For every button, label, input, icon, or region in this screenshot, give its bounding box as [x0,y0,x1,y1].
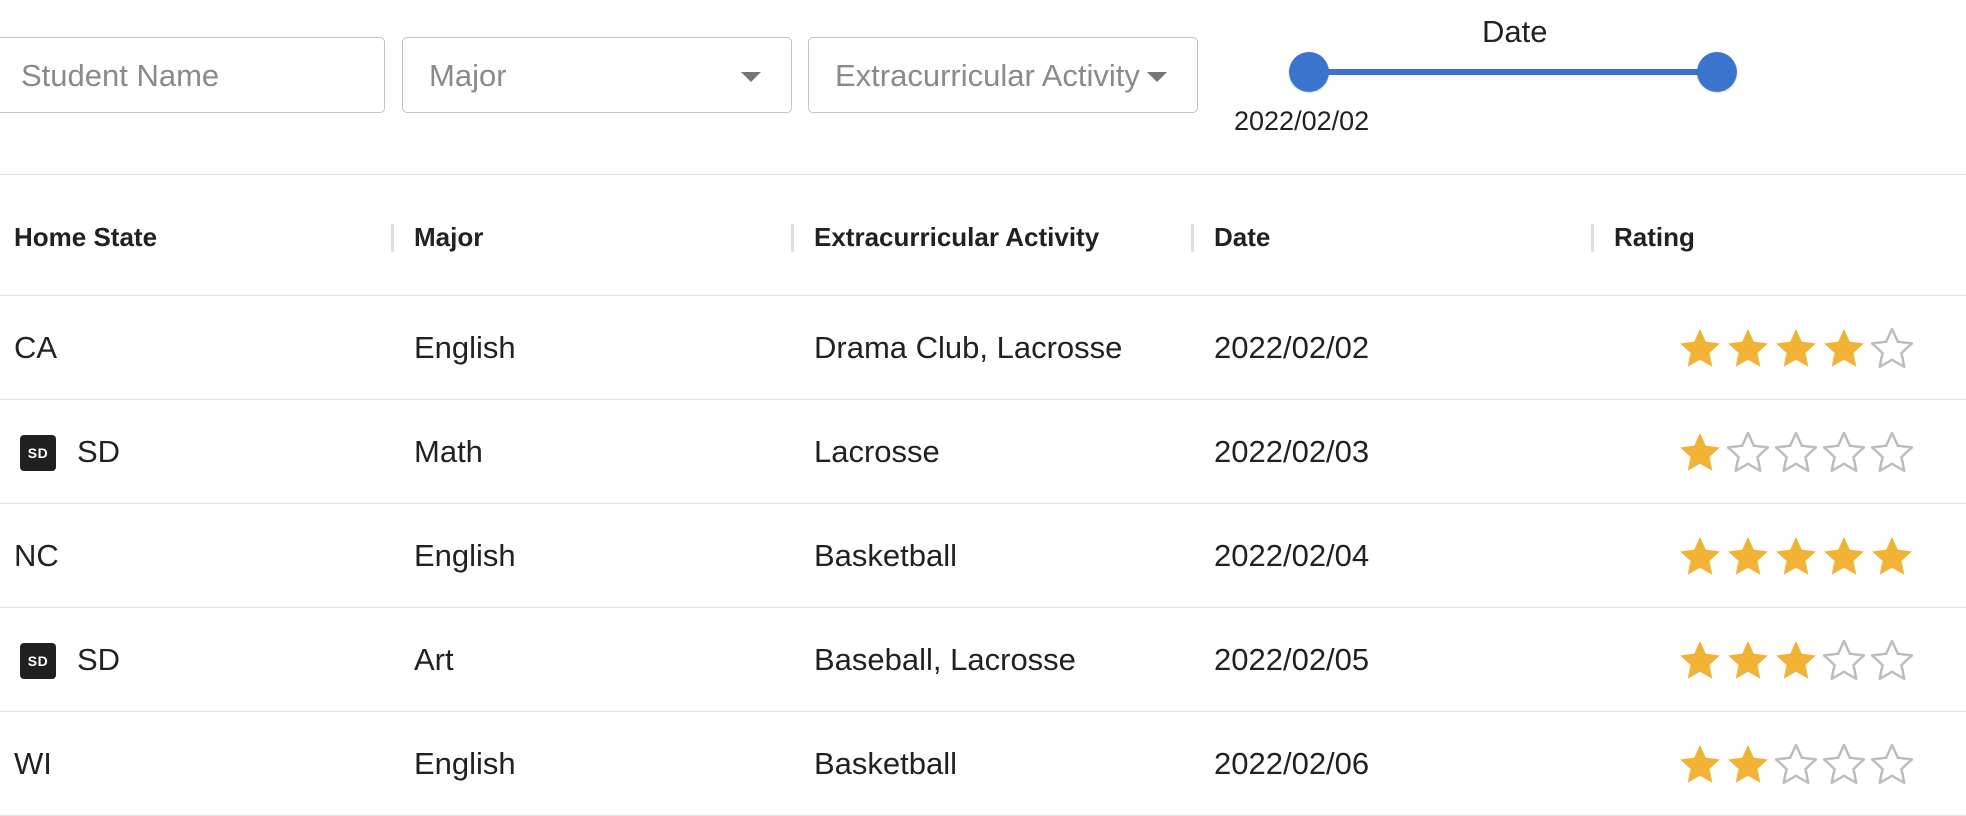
star-filled-icon[interactable] [1724,534,1772,578]
rating-stars[interactable] [1676,326,1916,370]
date-slider-value: 2022/02/02 [1234,106,1370,136]
star-filled-icon[interactable] [1820,326,1868,370]
column-header-date[interactable]: Date [1214,222,1270,253]
table-row[interactable]: SD SD Math Lacrosse 2022/02/03 [0,400,1966,504]
cell-date: 2022/02/05 [1214,642,1370,677]
star-filled-icon[interactable] [1772,638,1820,682]
column-separator[interactable] [391,224,394,252]
table-row[interactable]: SD SD Art Baseball, Lacrosse 2022/02/05 [0,608,1966,712]
cell-major: Math [414,434,483,469]
cell-date: 2022/02/06 [1214,746,1370,781]
star-filled-icon[interactable] [1724,742,1772,786]
column-separator[interactable] [1191,224,1194,252]
star-empty-icon[interactable] [1868,638,1916,682]
star-empty-icon[interactable] [1820,742,1868,786]
rating-stars[interactable] [1676,742,1916,786]
extracurricular-select[interactable]: Extracurricular Activity [808,37,1198,113]
cell-home-state: SD [77,642,121,677]
star-filled-icon[interactable] [1868,534,1916,578]
rating-stars[interactable] [1676,534,1916,578]
extracurricular-placeholder: Extracurricular Activity [835,58,1140,93]
column-separator[interactable] [1591,224,1594,252]
star-filled-icon[interactable] [1772,326,1820,370]
table-row[interactable]: CA English Drama Club, Lacrosse 2022/02/… [0,296,1966,400]
star-filled-icon[interactable] [1676,430,1724,474]
star-filled-icon[interactable] [1676,638,1724,682]
star-filled-icon[interactable] [1676,742,1724,786]
state-flag-icon: SD [20,435,56,471]
cell-extracurricular: Basketball [814,746,958,781]
students-table: Home State Major Extracurricular Activit… [0,174,1966,816]
star-empty-icon[interactable] [1724,430,1772,474]
cell-major: English [414,538,516,573]
column-header-rating[interactable]: Rating [1614,222,1695,253]
rating-stars[interactable] [1676,638,1916,682]
star-empty-icon[interactable] [1820,430,1868,474]
chevron-down-icon [741,72,761,82]
date-slider-min-thumb[interactable] [1289,52,1329,92]
cell-home-state: SD [77,434,121,469]
student-name-placeholder: Student Name [21,58,220,93]
star-empty-icon[interactable] [1868,742,1916,786]
cell-home-state: WI [14,746,52,781]
cell-date: 2022/02/02 [1214,330,1370,365]
student-name-input[interactable]: Student Name [0,37,385,113]
star-filled-icon[interactable] [1820,534,1868,578]
cell-date: 2022/02/03 [1214,434,1370,469]
column-header-home-state[interactable]: Home State [14,222,157,253]
star-empty-icon[interactable] [1772,430,1820,474]
table-row[interactable]: WI English Basketball 2022/02/06 [0,712,1966,816]
major-select[interactable]: Major [402,37,792,113]
cell-extracurricular: Basketball [814,538,958,573]
star-empty-icon[interactable] [1772,742,1820,786]
column-header-extracurricular[interactable]: Extracurricular Activity [814,222,1099,253]
rating-stars[interactable] [1676,430,1916,474]
chevron-down-icon [1147,72,1167,82]
cell-date: 2022/02/04 [1214,538,1370,573]
star-empty-icon[interactable] [1868,430,1916,474]
cell-extracurricular: Baseball, Lacrosse [814,642,1076,677]
cell-major: English [414,330,516,365]
column-header-major[interactable]: Major [414,222,483,253]
cell-home-state: NC [14,538,59,573]
filter-bar: Student Name Major Extracurricular Activ… [0,0,1966,175]
table-row[interactable]: NC English Basketball 2022/02/04 [0,504,1966,608]
star-filled-icon[interactable] [1676,326,1724,370]
cell-home-state: CA [14,330,58,365]
star-empty-icon[interactable] [1820,638,1868,682]
star-filled-icon[interactable] [1724,638,1772,682]
star-filled-icon[interactable] [1772,534,1820,578]
cell-major: English [414,746,516,781]
cell-extracurricular: Lacrosse [814,434,940,469]
date-slider-label: Date [1482,14,1548,49]
major-placeholder: Major [429,58,507,93]
star-empty-icon[interactable] [1868,326,1916,370]
star-filled-icon[interactable] [1724,326,1772,370]
date-slider-track[interactable] [1309,69,1718,75]
column-separator[interactable] [791,224,794,252]
cell-major: Art [414,642,454,677]
cell-extracurricular: Drama Club, Lacrosse [814,330,1123,365]
date-slider-max-thumb[interactable] [1697,52,1737,92]
state-flag-icon: SD [20,643,56,679]
star-filled-icon[interactable] [1676,534,1724,578]
table-header: Home State Major Extracurricular Activit… [0,174,1966,296]
